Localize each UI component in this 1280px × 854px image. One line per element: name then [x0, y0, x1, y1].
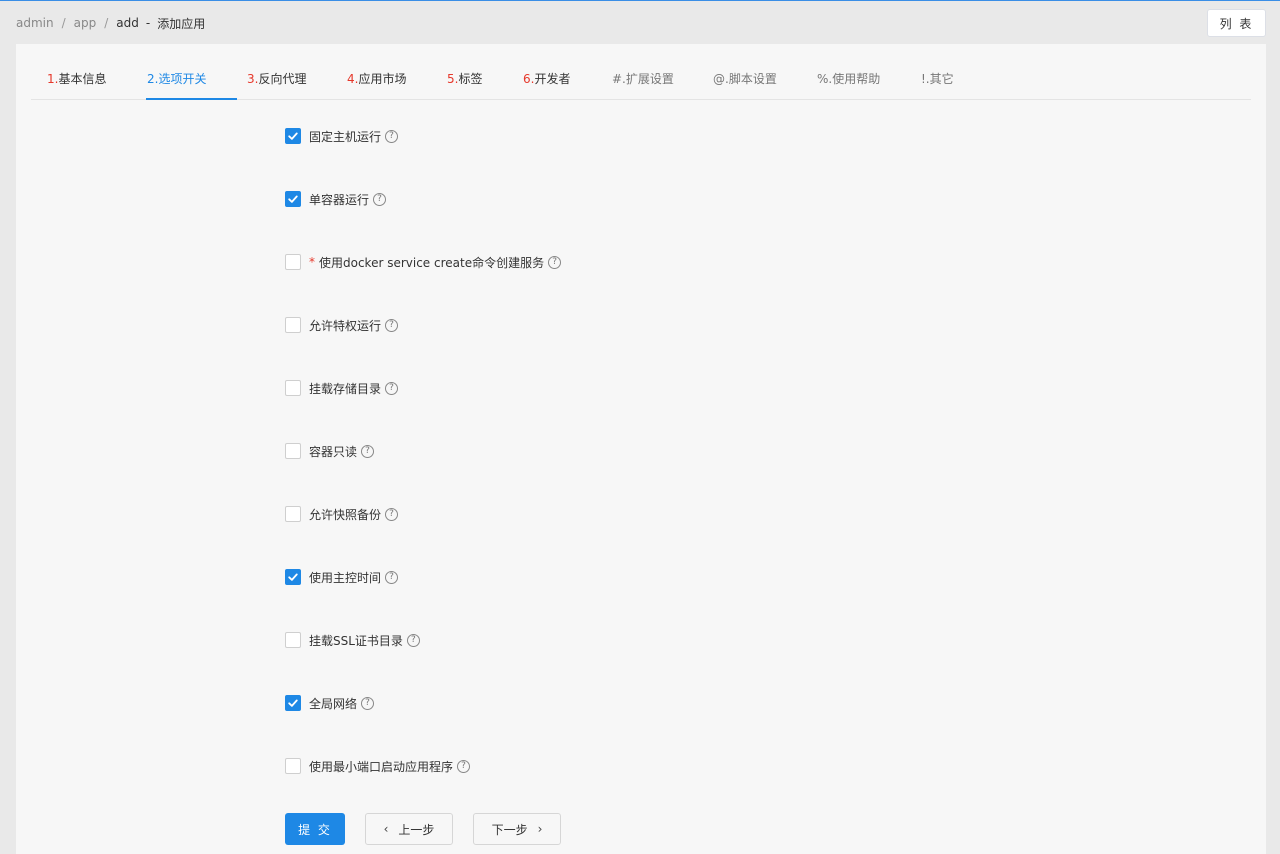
tab-number: 1.	[47, 72, 59, 86]
option-docker-service-create[interactable]: * 使用docker service create命令创建服务 ?	[285, 253, 562, 271]
help-icon[interactable]: ?	[361, 444, 375, 458]
checkbox[interactable]	[285, 443, 301, 459]
checkmark-icon	[288, 195, 298, 203]
tab-label: 基本信息	[58, 72, 107, 86]
checkmark-icon	[288, 699, 298, 707]
option-label: 容器只读	[309, 444, 358, 459]
tab-reverse-proxy[interactable]: 3.反向代理	[247, 58, 306, 100]
tab-developer[interactable]: 6.开发者	[523, 58, 570, 100]
checkbox[interactable]	[285, 632, 301, 648]
checkbox[interactable]	[285, 128, 301, 144]
tab-number: 2.	[147, 72, 159, 86]
checkbox[interactable]	[285, 191, 301, 207]
option-global-network[interactable]: 全局网络 ?	[285, 694, 375, 712]
checkbox[interactable]	[285, 695, 301, 711]
option-label: 使用主控时间	[309, 570, 382, 585]
option-readonly-container[interactable]: 容器只读 ?	[285, 442, 375, 460]
tab-number: 4.	[347, 72, 359, 86]
help-icon[interactable]: ?	[385, 570, 399, 584]
option-label: 全局网络	[309, 696, 358, 711]
page-title: 添加应用	[157, 16, 206, 31]
option-label: 使用最小端口启动应用程序	[309, 759, 454, 774]
checkbox[interactable]	[285, 569, 301, 585]
option-privileged[interactable]: 允许特权运行 ?	[285, 316, 399, 334]
checkbox[interactable]	[285, 254, 301, 270]
option-label: 允许快照备份	[309, 507, 382, 522]
next-step-label: 下一步	[491, 822, 528, 837]
help-icon[interactable]: ?	[457, 759, 471, 773]
breadcrumb-separator: /	[104, 16, 109, 30]
tab-options[interactable]: 2.选项开关	[147, 58, 206, 100]
tab-other[interactable]: !.其它	[921, 58, 954, 100]
help-icon[interactable]: ?	[385, 129, 399, 143]
chevron-right-icon: ›	[537, 822, 543, 836]
tab-extension-settings[interactable]: #.扩展设置	[612, 58, 674, 100]
required-marker: *	[309, 255, 315, 269]
checkbox[interactable]	[285, 758, 301, 774]
option-label: 允许特权运行	[309, 318, 382, 333]
option-label: 挂载SSL证书目录	[309, 633, 403, 648]
tab-tags[interactable]: 5.标签	[447, 58, 482, 100]
checkbox[interactable]	[285, 380, 301, 396]
tab-label: 选项开关	[158, 72, 207, 86]
option-label: 固定主机运行	[309, 129, 382, 144]
tab-label: 应用市场	[358, 72, 407, 86]
help-icon[interactable]: ?	[548, 255, 562, 269]
breadcrumb-admin[interactable]: admin	[16, 16, 54, 30]
breadcrumb-add: add	[116, 16, 139, 30]
form-card: 1.基本信息 2.选项开关 3.反向代理 4.应用市场 5.标签 6.开发者 #…	[16, 44, 1266, 854]
prev-step-button[interactable]: ‹ 上一步	[365, 813, 453, 845]
tab-label: 标签	[458, 72, 483, 86]
breadcrumb: admin / app / add - 添加应用	[16, 14, 205, 32]
checkbox[interactable]	[285, 317, 301, 333]
option-fixed-host[interactable]: 固定主机运行 ?	[285, 127, 399, 145]
option-mount-ssl[interactable]: 挂载SSL证书目录 ?	[285, 631, 420, 649]
help-icon[interactable]: ?	[373, 192, 387, 206]
active-tab-indicator	[146, 98, 237, 100]
option-single-container[interactable]: 单容器运行 ?	[285, 190, 387, 208]
checkmark-icon	[288, 132, 298, 140]
checkmark-icon	[288, 573, 298, 581]
top-accent-line	[0, 0, 1280, 1]
option-min-port[interactable]: 使用最小端口启动应用程序 ?	[285, 757, 471, 775]
help-icon[interactable]: ?	[406, 633, 420, 647]
breadcrumb-separator: /	[61, 16, 66, 30]
next-step-button[interactable]: 下一步 ›	[473, 813, 561, 845]
option-mount-storage[interactable]: 挂载存储目录 ?	[285, 379, 399, 397]
option-master-time[interactable]: 使用主控时间 ?	[285, 568, 399, 586]
option-label: 挂载存储目录	[309, 381, 382, 396]
help-icon[interactable]: ?	[361, 696, 375, 710]
submit-button[interactable]: 提 交	[285, 813, 345, 845]
help-icon[interactable]: ?	[385, 507, 399, 521]
checkbox[interactable]	[285, 506, 301, 522]
prev-step-label: 上一步	[398, 822, 435, 837]
tab-script-settings[interactable]: @.脚本设置	[713, 58, 777, 100]
option-label: 使用docker service create命令创建服务	[319, 255, 545, 270]
tab-bar: 1.基本信息 2.选项开关 3.反向代理 4.应用市场 5.标签 6.开发者 #…	[31, 58, 1251, 100]
help-icon[interactable]: ?	[385, 318, 399, 332]
tab-number: 6.	[523, 72, 535, 86]
tab-label: 开发者	[534, 72, 571, 86]
tab-basic-info[interactable]: 1.基本信息	[47, 58, 106, 100]
list-button[interactable]: 列 表	[1207, 9, 1266, 37]
breadcrumb-app[interactable]: app	[74, 16, 97, 30]
tab-app-market[interactable]: 4.应用市场	[347, 58, 406, 100]
tab-number: 5.	[447, 72, 459, 86]
option-label: 单容器运行	[309, 192, 370, 207]
tab-usage-help[interactable]: %.使用帮助	[817, 58, 880, 100]
chevron-left-icon: ‹	[383, 822, 389, 836]
help-icon[interactable]: ?	[385, 381, 399, 395]
tab-number: 3.	[247, 72, 259, 86]
breadcrumb-dash: -	[145, 16, 151, 30]
option-snapshot-backup[interactable]: 允许快照备份 ?	[285, 505, 399, 523]
tab-label: 反向代理	[258, 72, 307, 86]
